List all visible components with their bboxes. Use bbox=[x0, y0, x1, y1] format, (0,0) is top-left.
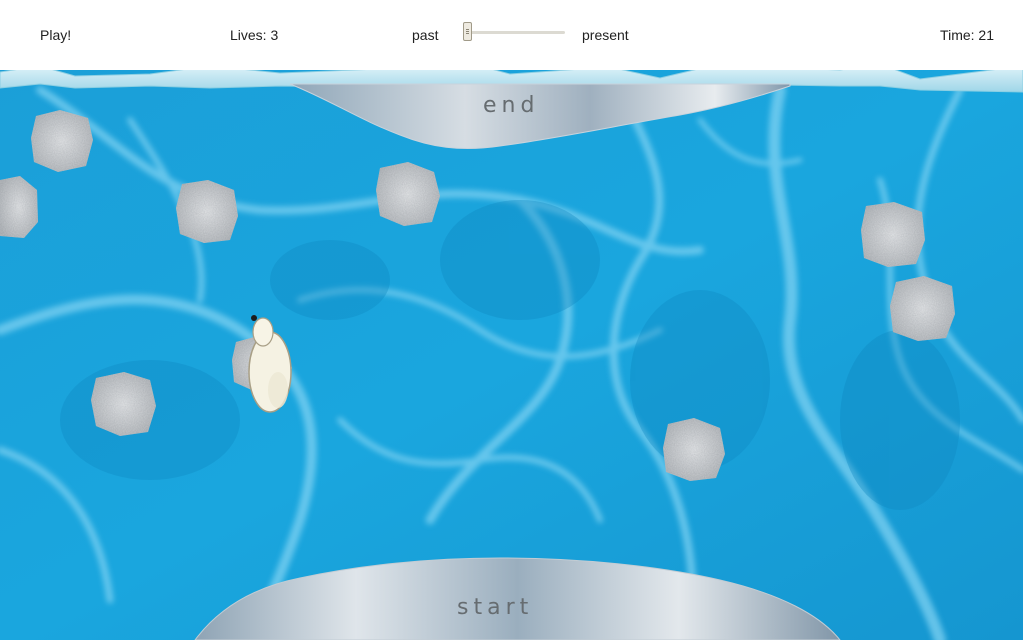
ice-floe[interactable] bbox=[31, 110, 93, 172]
slider-thumb[interactable] bbox=[463, 22, 472, 41]
ice-floe[interactable] bbox=[91, 372, 156, 436]
end-zone-label: end bbox=[483, 93, 540, 118]
hud-bar: Play! Lives: 3 past present Time: 21 bbox=[0, 0, 1023, 70]
ice-floe[interactable] bbox=[890, 276, 955, 341]
ice-floe[interactable] bbox=[861, 202, 925, 267]
timeline-slider[interactable] bbox=[463, 22, 565, 44]
start-zone-label: start bbox=[457, 595, 534, 620]
time-counter: Time: 21 bbox=[940, 27, 994, 43]
lives-counter: Lives: 3 bbox=[230, 27, 279, 43]
ice-floe[interactable] bbox=[376, 162, 440, 226]
slider-track[interactable] bbox=[467, 31, 565, 34]
ice-floe[interactable] bbox=[176, 180, 238, 243]
present-label: present bbox=[582, 27, 629, 43]
ice-floe[interactable] bbox=[663, 418, 725, 481]
past-label: past bbox=[412, 27, 439, 43]
play-button[interactable]: Play! bbox=[40, 27, 71, 43]
